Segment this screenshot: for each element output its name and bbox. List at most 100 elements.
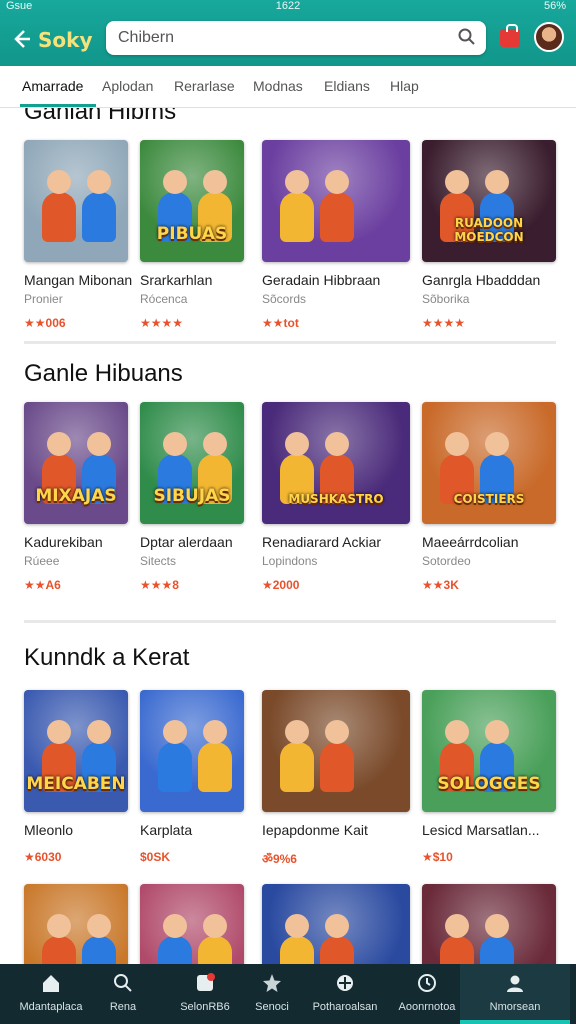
character-head <box>285 720 309 744</box>
section-title: Ganlan Hibms <box>24 108 177 125</box>
tab-rerarlase[interactable]: Rerarlase <box>174 78 235 94</box>
character-head <box>325 432 349 456</box>
game-card[interactable]: MIDDEST <box>422 884 562 964</box>
game-logo-text: MEICABEN <box>26 774 126 794</box>
game-card[interactable]: MLICUCES <box>140 884 280 964</box>
game-card[interactable]: RUADOON MOEDCON Ganrgla Hbadddan Sõborika ★… <box>422 140 562 330</box>
game-card[interactable]: COISTIERS Maeeárrdcolian Sotordeo ★★3K <box>422 402 562 592</box>
character-head <box>445 432 469 456</box>
game-thumbnail[interactable]: MLICUCES <box>140 884 244 964</box>
character-art <box>82 192 116 242</box>
star-icon <box>261 972 283 994</box>
game-thumbnail[interactable]: SOLOGGES <box>422 690 556 812</box>
character-head <box>87 170 111 194</box>
character-head <box>285 432 309 456</box>
game-card[interactable]: Iepapdonme Kait ॐ9%6 <box>262 690 410 867</box>
game-thumbnail[interactable]: SIBUJAS <box>140 402 244 524</box>
notification-icon <box>194 972 216 994</box>
nav-label: Mdantaplaca <box>19 1001 83 1013</box>
shopping-bag-icon[interactable] <box>500 24 520 47</box>
nav-item-search[interactable]: Rena <box>82 964 164 1024</box>
character-head <box>47 720 71 744</box>
game-feed[interactable]: Ganlan Hibms Mangan Mibonan Pronier ★★006 P… <box>0 108 576 964</box>
game-card[interactable]: SNATOS <box>262 884 410 964</box>
game-title: Srarkarhlan <box>140 272 213 288</box>
character-head <box>163 914 187 938</box>
game-thumbnail[interactable] <box>24 884 128 964</box>
app-logo[interactable]: Soky <box>38 28 92 52</box>
game-thumbnail[interactable] <box>262 140 410 262</box>
character-art <box>158 742 192 792</box>
home-icon <box>40 972 62 994</box>
game-rating: ★★★★ <box>140 316 184 330</box>
section-title: Kunndk a Kerat <box>24 644 190 671</box>
character-head <box>445 170 469 194</box>
nav-label: Rena <box>109 1001 137 1013</box>
game-logo-text: SIBUJAS <box>153 486 231 506</box>
game-card[interactable]: SOLOGGES Lesicd Marsatlan... ★$10 <box>422 690 562 864</box>
game-logo-text: SOLOGGES <box>437 774 541 794</box>
game-thumbnail[interactable]: COISTIERS <box>422 402 556 524</box>
game-rating: ★2000 <box>262 578 300 592</box>
character-art <box>42 936 76 964</box>
nav-item-star[interactable]: Senoci <box>231 964 313 1024</box>
game-thumbnail[interactable]: MIDDEST <box>422 884 556 964</box>
game-title: Geradain Hibbraan <box>262 272 381 288</box>
game-thumbnail[interactable] <box>140 690 244 812</box>
game-thumbnail[interactable]: SNATOS <box>262 884 410 964</box>
tab-amarrade[interactable]: Amarrade <box>22 78 83 94</box>
game-card[interactable]: Karplata $0SK <box>140 690 280 864</box>
game-thumbnail[interactable]: MUSHKASTRO <box>262 402 410 524</box>
character-art <box>158 936 192 964</box>
character-head <box>203 432 227 456</box>
game-title: Renadiarard Ackiar <box>262 534 382 550</box>
nav-label: Senoci <box>255 1001 289 1013</box>
app-header: Gsue 1622 56% Soky Chibern <box>0 0 576 66</box>
game-rating: ★$10 <box>422 850 453 864</box>
tab-hlap[interactable]: Hlap <box>390 78 419 94</box>
game-publisher: Lopindons <box>262 554 318 568</box>
game-thumbnail[interactable]: MIXAJAS <box>24 402 128 524</box>
character-head <box>485 720 509 744</box>
game-card[interactable]: PIBUAS Srarkarhlan Rócenca ★★★★ <box>140 140 280 330</box>
game-thumbnail[interactable]: RUADOON MOEDCON <box>422 140 556 262</box>
nav-item-home[interactable]: Mdantaplaca <box>10 964 92 1024</box>
game-thumbnail[interactable] <box>24 140 128 262</box>
nav-item-grid[interactable]: Potharoalsan <box>304 964 386 1024</box>
nav-label: Nmorsean <box>489 1001 541 1013</box>
game-thumbnail[interactable] <box>262 690 410 812</box>
character-head <box>485 432 509 456</box>
tab-modnas[interactable]: Modnas <box>253 78 303 94</box>
avatar[interactable] <box>534 22 564 52</box>
game-card[interactable]: MUSHKASTRO Renadiarard Ackiar Lopindons ★20… <box>262 402 410 592</box>
game-card[interactable]: Geradain Hibbraan Sõcords ★★tot <box>262 140 410 330</box>
search-icon[interactable] <box>458 28 476 46</box>
character-head <box>285 914 309 938</box>
nav-label: Potharoalsan <box>312 1001 378 1013</box>
search-input[interactable]: Chibern <box>106 21 486 55</box>
character-art <box>280 742 314 792</box>
battery-label: 56% <box>543 0 566 12</box>
game-thumbnail[interactable]: MEICABEN <box>24 690 128 812</box>
game-title: Maeeárrdcolian <box>422 534 519 550</box>
game-rating: ★★★8 <box>140 578 179 592</box>
nav-item-profile[interactable]: Nmorsean <box>460 964 570 1024</box>
game-title: Iepapdonme Kait <box>262 822 368 838</box>
game-thumbnail[interactable]: PIBUAS <box>140 140 244 262</box>
back-arrow-icon[interactable] <box>10 28 32 50</box>
tab-aplodan[interactable]: Aplodan <box>102 78 153 94</box>
character-head <box>325 914 349 938</box>
game-rating: ★★3K <box>422 578 459 592</box>
game-card[interactable]: SIBUJAS Dptar alerdaan Sitects ★★★8 <box>140 402 280 592</box>
character-head <box>87 914 111 938</box>
character-head <box>47 170 71 194</box>
character-art <box>198 936 232 964</box>
character-art <box>280 936 314 964</box>
game-title: Ganrgla Hbadddan <box>422 272 541 288</box>
character-art <box>198 742 232 792</box>
tab-eldians[interactable]: Eldians <box>324 78 370 94</box>
character-art <box>320 742 354 792</box>
character-art <box>42 192 76 242</box>
nav-item-clock[interactable]: Aoonrnotoa <box>386 964 468 1024</box>
status-bar: Gsue 1622 56% <box>0 0 576 14</box>
